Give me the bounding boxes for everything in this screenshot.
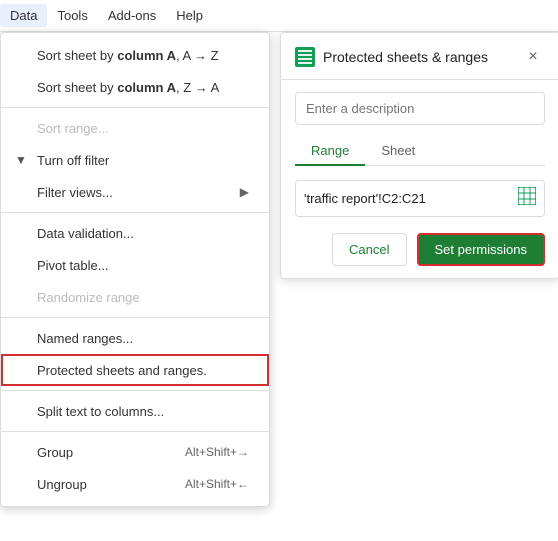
menu-bar: Data Tools Add-ons Help bbox=[0, 0, 558, 32]
divider-1 bbox=[1, 107, 269, 108]
set-permissions-button[interactable]: Set permissions bbox=[417, 233, 545, 266]
close-button[interactable]: × bbox=[521, 45, 545, 69]
tab-sheet[interactable]: Sheet bbox=[365, 137, 431, 166]
divider-2 bbox=[1, 212, 269, 213]
menu-row-pivot-table[interactable]: Pivot table... bbox=[1, 249, 269, 281]
arrow-icon: ▶ bbox=[240, 185, 249, 199]
menu-row-group[interactable]: Group Alt+Shift+→ bbox=[1, 436, 269, 468]
filter-icon: ▼ bbox=[15, 153, 27, 167]
range-input[interactable] bbox=[304, 191, 512, 206]
divider-3 bbox=[1, 317, 269, 318]
grid-select-icon[interactable] bbox=[518, 187, 536, 210]
right-panel: Protected sheets & ranges × Range Sheet bbox=[280, 32, 558, 279]
menu-row-named-ranges[interactable]: Named ranges... bbox=[1, 322, 269, 354]
menu-row-data-validation[interactable]: Data validation... bbox=[1, 217, 269, 249]
panel-body: Range Sheet Cancel Set permissions bbox=[281, 80, 558, 278]
menu-row-randomize-range: Randomize range bbox=[1, 281, 269, 313]
dropdown-menu: Sort sheet by column A, A → Z Sort sheet… bbox=[0, 32, 270, 507]
menu-row-protected-sheets[interactable]: Protected sheets and ranges. bbox=[1, 354, 269, 386]
description-input[interactable] bbox=[295, 92, 545, 125]
menu-item-tools[interactable]: Tools bbox=[47, 4, 97, 27]
menu-row-split-text[interactable]: Split text to columns... bbox=[1, 395, 269, 427]
dropdown-container: Sort sheet by column A, A → Z Sort sheet… bbox=[0, 32, 550, 507]
menu-item-addons[interactable]: Add-ons bbox=[98, 4, 166, 27]
tab-range[interactable]: Range bbox=[295, 137, 365, 166]
divider-4 bbox=[1, 390, 269, 391]
menu-row-turn-off-filter[interactable]: ▼ Turn off filter bbox=[1, 144, 269, 176]
divider-5 bbox=[1, 431, 269, 432]
cancel-button[interactable]: Cancel bbox=[332, 233, 406, 266]
range-input-row bbox=[295, 180, 545, 217]
tabs-row: Range Sheet bbox=[295, 137, 545, 166]
panel-title: Protected sheets & ranges bbox=[323, 49, 521, 65]
menu-item-help[interactable]: Help bbox=[166, 4, 213, 27]
actions-row: Cancel Set permissions bbox=[295, 233, 545, 266]
menu-row-ungroup[interactable]: Ungroup Alt+Shift+← bbox=[1, 468, 269, 500]
menu-item-data[interactable]: Data bbox=[0, 4, 47, 27]
panel-header: Protected sheets & ranges × bbox=[281, 33, 558, 80]
menu-row-sort-az[interactable]: Sort sheet by column A, A → Z bbox=[1, 39, 269, 71]
menu-row-sort-za[interactable]: Sort sheet by column A, Z → A bbox=[1, 71, 269, 103]
menu-row-sort-range: Sort range... bbox=[1, 112, 269, 144]
sheets-icon bbox=[295, 47, 315, 67]
menu-row-filter-views[interactable]: Filter views... ▶ bbox=[1, 176, 269, 208]
